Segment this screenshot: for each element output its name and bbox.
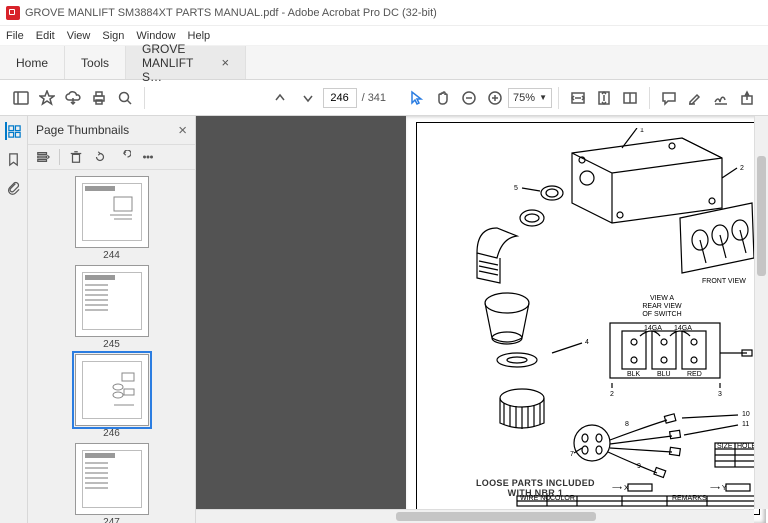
separator [144, 87, 145, 109]
svg-text:10: 10 [742, 411, 750, 418]
thumb-label: 245 [103, 339, 120, 350]
loose-parts-label: LOOSE PARTS INCLUDED WITH NBR 1 [476, 479, 595, 499]
svg-text:8: 8 [625, 421, 629, 428]
svg-text:14GA: 14GA [674, 325, 692, 332]
menu-sign[interactable]: Sign [102, 30, 124, 42]
hand-tool-button[interactable] [430, 85, 456, 111]
fit-page-button[interactable] [591, 85, 617, 111]
svg-text:11: 11 [742, 421, 749, 428]
zoom-in-button[interactable] [482, 85, 508, 111]
svg-text:REAR VIEW: REAR VIEW [642, 303, 682, 310]
thumb-label: 247 [103, 517, 120, 523]
svg-text:FRONT VIEW: FRONT VIEW [702, 278, 746, 285]
star-button[interactable] [34, 85, 60, 111]
main-toolbar: / 341 75% ▼ [0, 80, 768, 116]
read-mode-button[interactable] [617, 85, 643, 111]
tab-tools[interactable]: Tools [65, 46, 126, 79]
view-tabs: Home Tools GROVE MANLIFT S… × [0, 46, 768, 80]
tab-document-label: GROVE MANLIFT S… [142, 42, 215, 84]
document-background [196, 116, 406, 523]
pointer-tool-button[interactable] [404, 85, 430, 111]
zoom-value: 75% [513, 92, 535, 104]
svg-text:5: 5 [514, 185, 518, 192]
separator [649, 87, 650, 109]
tab-home[interactable]: Home [0, 46, 65, 79]
workspace: Page Thumbnails × 244 245 246 [0, 116, 768, 523]
thumb-label: 244 [103, 250, 120, 261]
thumbnails-list[interactable]: 244 245 246 247 [28, 170, 195, 523]
thumbnails-panel-title: Page Thumbnails [36, 123, 129, 137]
svg-text:3: 3 [718, 391, 722, 398]
chevron-down-icon: ▼ [539, 93, 547, 102]
svg-text:2: 2 [610, 391, 614, 398]
vertical-scrollbar[interactable] [754, 116, 768, 509]
page-thumbnails-panel: Page Thumbnails × 244 245 246 [28, 116, 196, 523]
menu-window[interactable]: Window [136, 30, 175, 42]
svg-text:SIZE: SIZE [717, 443, 733, 450]
tab-document[interactable]: GROVE MANLIFT S… × [126, 46, 246, 79]
print-button[interactable] [86, 85, 112, 111]
rotate-ccw-button[interactable] [91, 148, 109, 166]
zoom-out-button[interactable] [456, 85, 482, 111]
thumb-options-button[interactable] [34, 148, 52, 166]
svg-text:9: 9 [637, 463, 641, 470]
page-up-button[interactable] [267, 85, 293, 111]
svg-text:2: 2 [740, 165, 744, 172]
page-down-button[interactable] [295, 85, 321, 111]
attachment-rail-button[interactable] [5, 178, 23, 196]
thumbnail-246[interactable]: 246 [75, 354, 149, 439]
pdf-page: 1 2 FRONT VIEW [406, 116, 766, 523]
close-panel-button[interactable]: × [178, 122, 187, 139]
cloud-download-button[interactable] [60, 85, 86, 111]
page-navigator: / 341 [267, 85, 386, 111]
highlight-button[interactable] [682, 85, 708, 111]
thumbnails-toolbar [28, 144, 195, 170]
window-title: GROVE MANLIFT SM3884XT PARTS MANUAL.pdf … [25, 7, 437, 19]
app-pdf-icon [6, 6, 20, 20]
tab-close-icon[interactable]: × [221, 55, 229, 70]
horizontal-scrollbar[interactable] [196, 509, 754, 523]
navigation-rail [0, 116, 28, 523]
thumb-label: 246 [103, 428, 120, 439]
window-titlebar: GROVE MANLIFT SM3884XT PARTS MANUAL.pdf … [0, 0, 768, 26]
current-page-input[interactable] [323, 88, 357, 108]
comment-button[interactable] [656, 85, 682, 111]
sidebar-toggle-button[interactable] [8, 85, 34, 111]
thumbnail-244[interactable]: 244 [75, 176, 149, 261]
svg-text:RED: RED [687, 371, 702, 378]
delete-page-button[interactable] [67, 148, 85, 166]
menu-edit[interactable]: Edit [36, 30, 55, 42]
svg-text:BLU: BLU [657, 371, 671, 378]
svg-text:VIEW A: VIEW A [650, 295, 674, 302]
svg-text:14GA: 14GA [644, 325, 662, 332]
document-view[interactable]: 1 2 FRONT VIEW [196, 116, 768, 523]
menu-bar: File Edit View Sign Window Help [0, 26, 768, 46]
svg-text:REMARKS: REMARKS [672, 495, 707, 502]
menu-file[interactable]: File [6, 30, 24, 42]
thumb-more-button[interactable] [139, 148, 157, 166]
svg-text:1: 1 [640, 128, 644, 134]
separator [558, 87, 559, 109]
bookmark-rail-button[interactable] [5, 150, 23, 168]
svg-text:4: 4 [585, 339, 589, 346]
technical-drawing: 1 2 FRONT VIEW [422, 128, 762, 508]
thumbnail-247[interactable]: 247 [75, 443, 149, 523]
thumbnails-rail-button[interactable] [5, 122, 23, 140]
share-button[interactable] [734, 85, 760, 111]
menu-view[interactable]: View [67, 30, 91, 42]
menu-help[interactable]: Help [188, 30, 211, 42]
zoom-level-select[interactable]: 75% ▼ [508, 88, 552, 108]
thumbnail-245[interactable]: 245 [75, 265, 149, 350]
fit-width-button[interactable] [565, 85, 591, 111]
svg-text:⟶ X: ⟶ X [612, 485, 629, 492]
svg-text:7: 7 [570, 451, 574, 458]
svg-text:OF SWITCH: OF SWITCH [642, 311, 681, 318]
rotate-cw-button[interactable] [115, 148, 133, 166]
svg-text:BLK: BLK [627, 371, 641, 378]
total-pages-label: / 341 [362, 92, 386, 104]
svg-text:⟶ Y: ⟶ Y [710, 485, 727, 492]
sign-button[interactable] [708, 85, 734, 111]
search-button[interactable] [112, 85, 138, 111]
